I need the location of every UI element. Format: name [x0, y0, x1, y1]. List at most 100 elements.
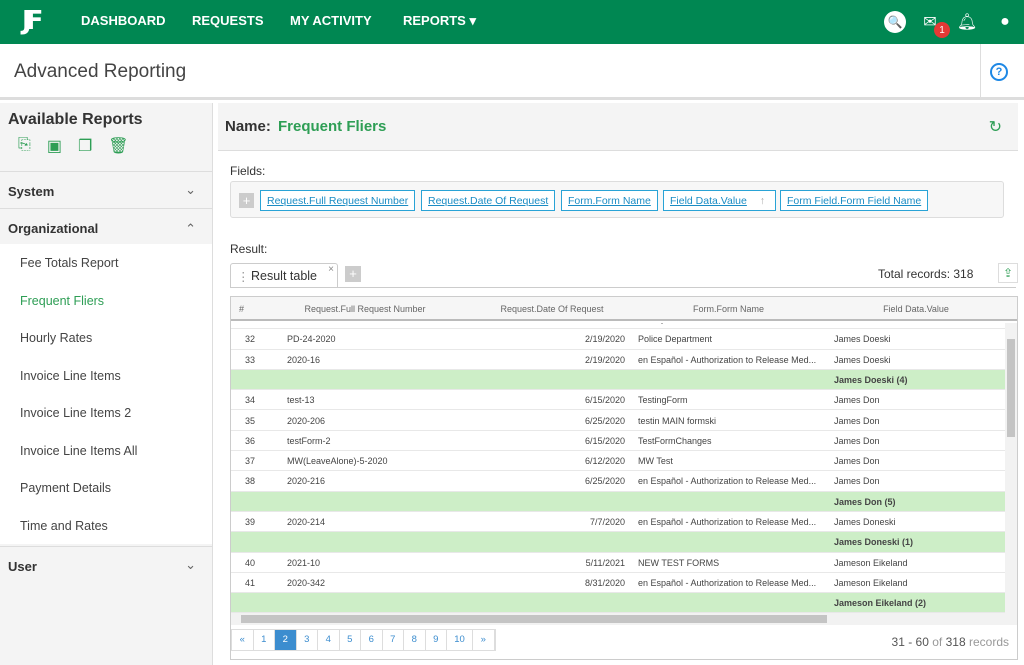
cell-value: James Don [834, 435, 880, 446]
tab-result-table[interactable]: ⋮ Result table × [230, 263, 338, 288]
cell-form-name: testin MAIN formski [638, 415, 717, 426]
table-row[interactable]: 38 2020-216 6/25/2020 en Español - Authoriz… [231, 471, 1005, 492]
group-summary-row[interactable]: James Doeski (4) [231, 369, 1005, 391]
column-header[interactable]: Field Data.Value [826, 304, 1006, 314]
table-row[interactable]: 32 PD-24-2020 2/19/2020 Police Department Ja… [231, 329, 1005, 350]
table-row[interactable]: 40 2021-10 5/11/2021 NEW TEST FORMS Jameson … [231, 553, 1005, 573]
logo[interactable]: JF [22, 6, 44, 36]
field-chip[interactable]: Request.Date Of Request [421, 190, 556, 211]
total-records: Total records: 318 [878, 267, 974, 281]
field-chip[interactable]: Request.Full Request Number [260, 190, 416, 211]
nav-dashboard[interactable]: DASHBOARD [81, 13, 166, 28]
page-button[interactable]: 10 [447, 630, 473, 650]
scroll-thumb[interactable] [241, 615, 827, 623]
range-total: 318 [945, 635, 966, 649]
mail-badge: 1 [934, 22, 950, 38]
page-button[interactable]: « [232, 630, 254, 650]
page-button[interactable]: 4 [318, 630, 340, 650]
report-item[interactable]: Invoice Line Items All [0, 432, 212, 470]
field-chip-sorted[interactable]: Field Data.Value ↑ [663, 190, 776, 211]
search-icon[interactable]: 🔍 [884, 11, 906, 33]
report-item[interactable]: Invoice Line Items 2 [0, 394, 212, 432]
new-report-icon[interactable]: ⎘ [18, 136, 31, 156]
table-row[interactable]: 39 2020-214 7/7/2020 en Español - Authoriza… [231, 512, 1005, 533]
cell-request-number: 2020-17 [287, 323, 467, 324]
report-name-bar: Name: Frequent Fliers ↻ [218, 103, 1018, 151]
page-title: Advanced Reporting [14, 61, 187, 82]
report-item[interactable]: Hourly Rates [0, 319, 212, 357]
nav-reports[interactable]: REPORTS ▾ [403, 13, 476, 29]
table-row[interactable]: 36 testForm-2 6/15/2020 TestFormChanges Jame… [231, 431, 1005, 452]
vertical-scrollbar[interactable] [1005, 323, 1017, 613]
report-item[interactable]: Time and Rates [0, 507, 212, 545]
table-row[interactable]: 35 2020-206 6/25/2020 testin MAIN formski Ja… [231, 411, 1005, 431]
result-grid: # Request.Full Request Number Request.Da… [230, 296, 1018, 660]
group-label: James Don (5) [834, 496, 896, 507]
sidebar: Available Reports ⎘ ▣ ❐ 🗑︎ System ⌄ Organ… [0, 103, 213, 665]
table-row[interactable]: 41 2020-342 8/31/2020 en Español - Authoriz… [231, 573, 1005, 594]
table-row[interactable]: 34 test-13 6/15/2020 TestingForm James Don [231, 390, 1005, 411]
cell-index: 40 [244, 557, 255, 568]
section-user[interactable]: User ⌄ [0, 546, 212, 583]
cell-date: 6/15/2020 [584, 395, 625, 406]
cell-request-number: 2021-10 [287, 557, 321, 568]
cell-form-name: MW Test [638, 456, 673, 467]
copy-report-icon[interactable]: ❐ [78, 136, 92, 156]
report-item[interactable]: Fee Totals Report [0, 244, 212, 282]
help-icon[interactable]: ? [990, 63, 1008, 81]
cell-value: James Don [834, 415, 880, 426]
table-row[interactable]: 37 MW(LeaveAlone)-5-2020 6/12/2020 MW Test J… [231, 451, 1005, 472]
add-tab-button[interactable]: + [345, 266, 361, 282]
page-button[interactable]: 9 [426, 630, 447, 650]
page-header: Advanced Reporting ? [0, 44, 1024, 100]
drag-handle-icon[interactable]: ⋮ [237, 269, 250, 284]
cell-date: 8/31/2020 [584, 577, 625, 588]
column-header[interactable]: Request.Full Request Number [257, 304, 473, 314]
group-summary-row[interactable]: Jameson Eikeland (2) [231, 593, 1005, 613]
table-row[interactable]: 33 2020-16 2/19/2020 en Español - Authoriza… [231, 350, 1005, 370]
column-header[interactable]: # [239, 304, 244, 314]
page-button[interactable]: 1 [254, 630, 275, 650]
page-button[interactable]: 6 [361, 630, 383, 650]
cell-index: 32 [244, 334, 255, 345]
bell-icon[interactable]: 🔔︎ [956, 11, 978, 33]
page-button[interactable]: 3 [297, 630, 318, 650]
group-summary-row[interactable]: James Don (5) [231, 491, 1005, 512]
close-tab-icon[interactable]: × [328, 264, 334, 275]
page-button[interactable]: 5 [340, 630, 361, 650]
export-icon[interactable]: ⇪ [998, 263, 1018, 283]
account-icon[interactable]: ● [994, 11, 1016, 33]
page-button[interactable]: 7 [383, 630, 404, 650]
save-report-icon[interactable]: ▣ [47, 136, 62, 156]
section-organizational[interactable]: Organizational ⌃ [0, 208, 212, 245]
sort-arrow-icon: ↑ [759, 195, 765, 207]
nav-my-activity[interactable]: MY ACTIVITY [290, 13, 372, 28]
add-field-button[interactable]: + [239, 193, 254, 208]
range-value: 31 - 60 [891, 635, 929, 649]
cell-form-name: TestingForm [638, 395, 688, 406]
nav-requests[interactable]: REQUESTS [192, 13, 264, 28]
cell-value: James Doeski [834, 323, 891, 324]
fields-label: Fields: [230, 164, 266, 178]
column-header[interactable]: Request.Date Of Request [473, 304, 631, 314]
field-chip[interactable]: Form.Form Name [561, 190, 658, 211]
report-item[interactable]: Invoice Line Items [0, 357, 212, 395]
section-system[interactable]: System ⌄ [0, 171, 212, 208]
cell-form-name: en Español - Authorization to Release Me… [638, 517, 817, 527]
delete-report-icon[interactable]: 🗑︎ [108, 136, 128, 156]
scroll-thumb[interactable] [1007, 339, 1015, 437]
cell-index: 31 [239, 323, 255, 324]
page-button[interactable]: 2 [275, 630, 297, 650]
horizontal-scrollbar[interactable] [231, 613, 1017, 625]
page-button[interactable]: » [473, 630, 495, 650]
refresh-icon[interactable]: ↻ [989, 117, 1002, 137]
group-summary-row[interactable]: James Doneski (1) [231, 532, 1005, 553]
sidebar-title: Available Reports [8, 111, 143, 128]
report-item-active[interactable]: Frequent Fliers [0, 282, 212, 320]
pagination: «1 2 3 4 5 6 7 8 9 10» [231, 629, 496, 651]
field-chip[interactable]: Form Field.Form Field Name [780, 190, 929, 211]
page-button[interactable]: 8 [404, 630, 426, 650]
column-header[interactable]: Form.Form Name [631, 304, 826, 314]
report-item[interactable]: Payment Details [0, 469, 212, 507]
report-name[interactable]: Frequent Fliers [278, 118, 386, 135]
